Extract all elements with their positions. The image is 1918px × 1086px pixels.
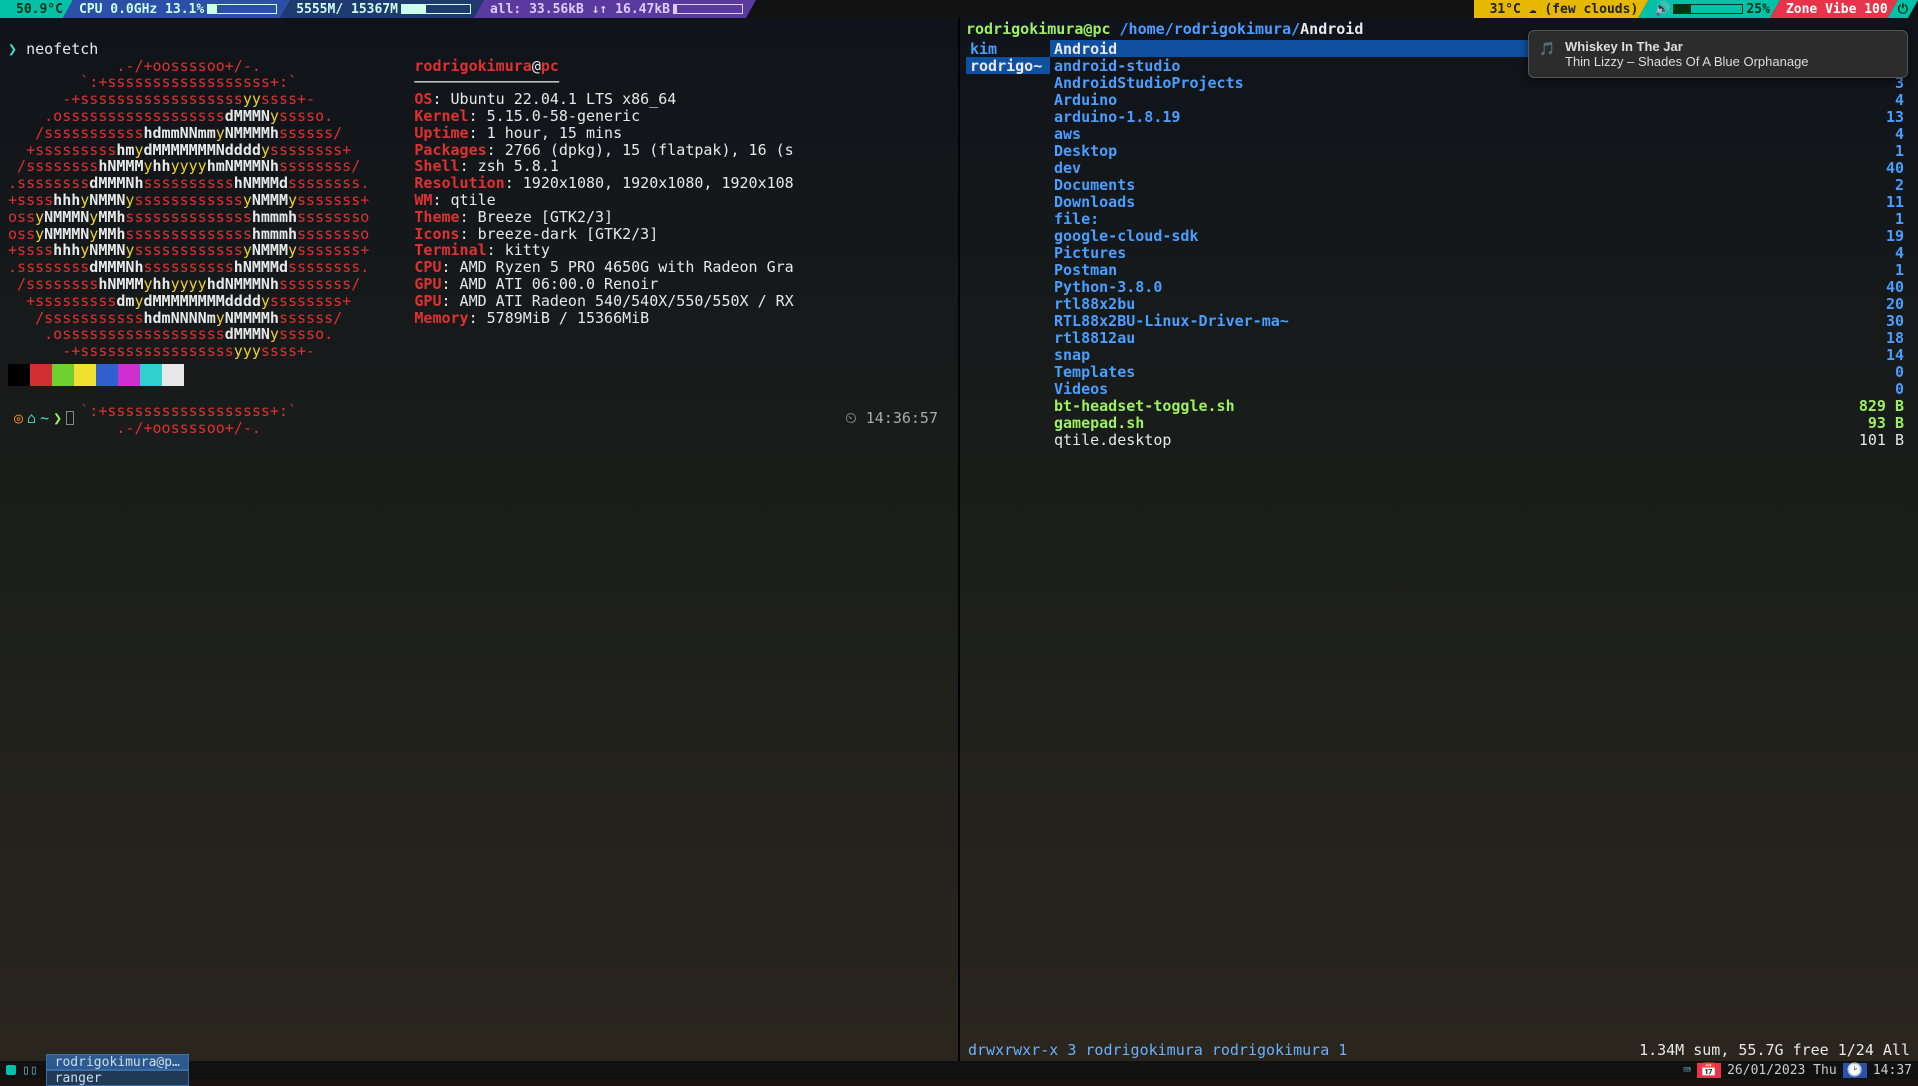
command-neofetch: neofetch: [26, 40, 98, 58]
ranger-item[interactable]: Pictures4: [1050, 244, 1908, 261]
ranger-item[interactable]: Postman1: [1050, 261, 1908, 278]
notif-title: Whiskey In The Jar: [1565, 39, 1897, 54]
ranger-item[interactable]: Videos0: [1050, 380, 1908, 397]
keyboard-indicator[interactable]: ⌨: [1683, 1063, 1691, 1078]
net-chip: all: 33.56kB ↓↑ 16.47kB: [474, 0, 756, 18]
ranger-item[interactable]: Downloads11: [1050, 193, 1908, 210]
time-text: 14:37: [1873, 1063, 1912, 1078]
top-status-bar: 50.9°C CPU 0.0GHz 13.1% 5555M/ 15367M al…: [0, 0, 1918, 18]
mem-chip: 5555M/ 15367M: [280, 0, 484, 18]
cpu-chip: CPU 0.0GHz 13.1%: [63, 0, 290, 18]
device-chip: Zone Vibe 100: [1770, 0, 1898, 18]
ranger-item[interactable]: Arduino4: [1050, 91, 1908, 108]
ranger-item[interactable]: google-cloud-sdk19: [1050, 227, 1908, 244]
bottom-bar: ▯▯ rodrigokimura@p…ranger ⌨ 📅 26/01/2023…: [0, 1061, 1918, 1079]
ranger-status-bar: drwxrwxr-x 3 rodrigokimura rodrigokimura…: [960, 1039, 1918, 1061]
ranger-item[interactable]: bt-headset-toggle.sh829 B: [1050, 397, 1908, 414]
prompt-path: ~: [40, 410, 49, 427]
ranger-item[interactable]: Documents2: [1050, 176, 1908, 193]
ranger-item[interactable]: snap14: [1050, 346, 1908, 363]
ranger-item[interactable]: file:1: [1050, 210, 1908, 227]
terminal-left[interactable]: ❯ neofetch .-/+oossssoo+/-. rodrigokimur…: [0, 18, 960, 1061]
ranger-item[interactable]: rtl88x2bu20: [1050, 295, 1908, 312]
terminal-right-ranger[interactable]: rodrigokimura@pc /home/rodrigokimura/And…: [960, 18, 1918, 1061]
calendar-icon[interactable]: 📅: [1697, 1063, 1721, 1078]
clock-icon: 🕑: [1843, 1063, 1867, 1078]
volume-chip[interactable]: 🔊25%: [1638, 0, 1780, 18]
home-icon: ⌂: [27, 410, 36, 427]
ranger-item[interactable]: aws4: [1050, 125, 1908, 142]
notif-subtitle: Thin Lizzy – Shades Of A Blue Orphanage: [1565, 54, 1897, 69]
ranger-item[interactable]: gamepad.sh93 B: [1050, 414, 1908, 431]
ranger-item[interactable]: arduino-1.8.1913: [1050, 108, 1908, 125]
ranger-parent-item[interactable]: rodrigo~: [966, 57, 1050, 74]
ranger-item[interactable]: rtl8812au18: [1050, 329, 1908, 346]
taskbar-item[interactable]: rodrigokimura@p…: [46, 1054, 189, 1070]
cursor: [66, 411, 74, 425]
ranger-parent-item[interactable]: kim: [966, 40, 1050, 57]
ranger-item[interactable]: RTL88x2BU-Linux-Driver-ma~30: [1050, 312, 1908, 329]
ranger-item[interactable]: Templates0: [1050, 363, 1908, 380]
ranger-item[interactable]: qtile.desktop101 B: [1050, 431, 1908, 448]
workspace-indicator[interactable]: [6, 1065, 16, 1075]
ranger-item[interactable]: Python-3.8.040: [1050, 278, 1908, 295]
ranger-item[interactable]: dev40: [1050, 159, 1908, 176]
layout-icon[interactable]: ▯▯: [22, 1063, 38, 1078]
ranger-item[interactable]: Desktop1: [1050, 142, 1908, 159]
ubuntu-icon: ◎: [14, 410, 23, 427]
temp-chip: 50.9°C: [0, 0, 73, 18]
taskbar-item[interactable]: ranger: [46, 1070, 189, 1086]
date-text: 26/01/2023 Thu: [1727, 1063, 1837, 1078]
weather-chip: 31°C ☁ (few clouds): [1474, 0, 1649, 18]
music-notification[interactable]: Whiskey In The Jar Thin Lizzy – Shades O…: [1528, 30, 1908, 78]
prompt-clock: ⏲ 14:36:57: [845, 410, 938, 427]
